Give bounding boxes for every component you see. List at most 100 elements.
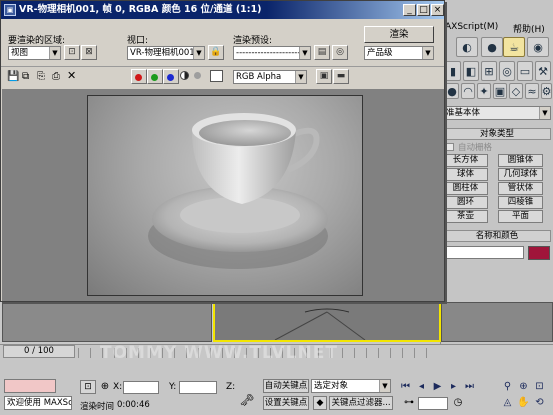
category-dropdown[interactable]: 准基本体 ▼ <box>443 106 551 120</box>
lights-category-button[interactable]: ✦ <box>477 83 491 99</box>
spacewarps-category-button[interactable]: ≈ <box>525 83 539 99</box>
clone-frame-button[interactable]: ⧉ <box>22 71 33 82</box>
tab-modify[interactable]: ◧ <box>463 61 479 81</box>
key-selection-dropdown[interactable]: 选定对象 ▼ <box>311 379 391 393</box>
display-channel-dropdown[interactable]: RGB Alpha ▼ <box>233 70 307 84</box>
spheres-icon: ● <box>487 40 497 54</box>
minimize-button[interactable]: _ <box>403 4 416 16</box>
field-of-view-button[interactable]: ◬ <box>500 396 515 410</box>
primitive-cylinder-button[interactable]: 圆柱体 <box>443 182 488 195</box>
snap-toggle-button[interactable]: ◐ <box>456 37 478 57</box>
menu-help[interactable]: 帮助(H) <box>513 22 545 35</box>
primitive-teapot-button[interactable]: 茶壶 <box>443 210 488 223</box>
auto-region-button[interactable]: ⊠ <box>81 45 97 60</box>
goto-start-button[interactable]: ⏮ <box>398 380 413 394</box>
zoom-button[interactable]: ⚲ <box>500 380 515 394</box>
helpers-category-button[interactable]: ◇ <box>509 83 523 99</box>
tab-utilities[interactable]: ⚒ <box>535 61 551 81</box>
quick-render-button[interactable]: ◉ <box>527 37 549 57</box>
systems-category-button[interactable]: ⚙ <box>541 83 552 99</box>
viewport-left[interactable] <box>2 302 212 342</box>
copy-image-button[interactable]: ⎘ <box>37 71 48 82</box>
toggle-ui-button[interactable]: ▬ <box>333 69 349 84</box>
close-button[interactable]: × <box>431 4 444 16</box>
render-teapot-button[interactable]: ☕ <box>503 37 525 57</box>
alpha-channel-icon[interactable] <box>180 71 189 80</box>
render-type-dropdown[interactable]: 产品级 ▼ <box>364 46 434 60</box>
previous-frame-button[interactable]: ◂ <box>414 380 429 394</box>
teapot-icon: ☕ <box>509 40 519 54</box>
time-slider[interactable]: 0 / 100 <box>3 345 75 358</box>
environment-icon: ◎ <box>336 47 344 57</box>
tab-display[interactable]: ▭ <box>517 61 533 81</box>
play-button[interactable]: ▶ <box>430 380 445 394</box>
key-mode-toggle[interactable]: ⊶ <box>402 396 416 410</box>
maxscript-listener-mini[interactable] <box>4 379 56 393</box>
auto-key-button[interactable]: 自动关键点 <box>263 379 309 393</box>
transform-mode-button[interactable]: ⊕ <box>98 380 112 394</box>
time-config-button[interactable]: ◷ <box>451 396 465 410</box>
primitive-cone-button[interactable]: 圆锥体 <box>498 154 543 167</box>
set-key-toggle[interactable]: ◆ <box>313 396 327 410</box>
viewport-camera-active[interactable] <box>213 302 441 342</box>
edit-region-button[interactable]: ⊡ <box>64 45 80 60</box>
primitive-pyramid-button[interactable]: 四棱锥 <box>498 196 543 209</box>
primitive-torus-button[interactable]: 圆环 <box>443 196 488 209</box>
viewport-perspective[interactable] <box>441 302 553 342</box>
primitive-sphere-button[interactable]: 球体 <box>443 168 488 181</box>
selection-lock-button[interactable]: ⊡ <box>80 380 96 394</box>
menu-maxscript[interactable]: AXScript(M) <box>445 22 498 32</box>
monochrome-icon[interactable] <box>194 72 201 79</box>
key-filters-button[interactable]: 关键点过滤器... <box>329 396 393 410</box>
maximize-button[interactable]: □ <box>417 4 430 16</box>
pan-button[interactable]: ✋ <box>516 396 531 410</box>
next-frame-button[interactable]: ▸ <box>446 380 461 394</box>
render-preset-dropdown[interactable]: ------------------------ ▼ <box>233 46 311 60</box>
viewport-label: 视口: <box>127 36 149 46</box>
render-setup-button[interactable]: ▤ <box>314 45 330 60</box>
object-name-input[interactable] <box>444 246 524 259</box>
toggle-ui-overlay-button[interactable]: ▣ <box>316 69 332 84</box>
primitive-plane-button[interactable]: 平面 <box>498 210 543 223</box>
render-preset-label: 渲染预设: <box>233 36 273 46</box>
lock-viewport-button[interactable]: 🔒 <box>208 45 224 60</box>
orbit-button[interactable]: ⟲ <box>532 396 547 410</box>
object-type-rollout[interactable]: 对象类型 <box>443 128 551 140</box>
x-label: X: <box>113 382 123 392</box>
primitive-box-button[interactable]: 长方体 <box>443 154 488 167</box>
auto-grid-checkbox[interactable] <box>446 143 454 151</box>
viewport-dropdown[interactable]: VR-物理相机001 ▼ <box>127 46 205 60</box>
object-color-swatch[interactable] <box>528 246 550 260</box>
tab-motion[interactable]: ◎ <box>499 61 515 81</box>
x-coordinate-field[interactable] <box>123 381 159 394</box>
tab-hierarchy[interactable]: ⊞ <box>481 61 497 81</box>
shapes-category-button[interactable]: ◠ <box>461 83 475 99</box>
goto-end-button[interactable]: ⏭ <box>462 380 477 394</box>
print-image-button[interactable]: ⎙ <box>52 71 63 82</box>
zoom-extents-button[interactable]: ⊡ <box>532 380 547 394</box>
key-mode-button[interactable]: 🗝 <box>236 393 258 407</box>
background-color-swatch[interactable] <box>210 70 223 82</box>
save-image-button[interactable]: 💾 <box>7 71 19 82</box>
primitive-tube-button[interactable]: 管状体 <box>498 182 543 195</box>
rendered-image[interactable] <box>87 95 363 296</box>
chevron-down-icon: ▼ <box>539 107 550 119</box>
y-coordinate-field[interactable] <box>179 381 217 394</box>
geometry-category-button[interactable]: ● <box>445 83 459 99</box>
clear-image-button[interactable]: ✕ <box>67 70 78 81</box>
viewport-value: VR-物理相机001 <box>130 48 195 58</box>
maxscript-prompt[interactable]: 欢迎使用 MAXSc <box>4 396 72 410</box>
render-button[interactable]: 渲染 <box>364 26 434 43</box>
cameras-category-button[interactable]: ▣ <box>493 83 507 99</box>
zoom-all-button[interactable]: ⊕ <box>516 380 531 394</box>
current-frame-field[interactable] <box>418 397 448 410</box>
render-frame-title: VR-物理相机001, 帧 0, RGBA 颜色 16 位/通道 (1:1) <box>19 4 262 15</box>
primitive-geosphere-button[interactable]: 几何球体 <box>498 168 543 181</box>
area-to-render-dropdown[interactable]: 视图 ▼ <box>8 46 61 60</box>
render-frame-titlebar[interactable]: ▣ VR-物理相机001, 帧 0, RGBA 颜色 16 位/通道 (1:1)… <box>1 1 444 19</box>
set-key-button[interactable]: 设置关键点 <box>263 396 309 410</box>
environment-button[interactable]: ◎ <box>332 45 348 60</box>
material-editor-button[interactable]: ● <box>481 37 503 57</box>
tab-create[interactable]: ▮ <box>445 61 461 81</box>
name-color-rollout[interactable]: 名称和颜色 <box>443 230 551 242</box>
